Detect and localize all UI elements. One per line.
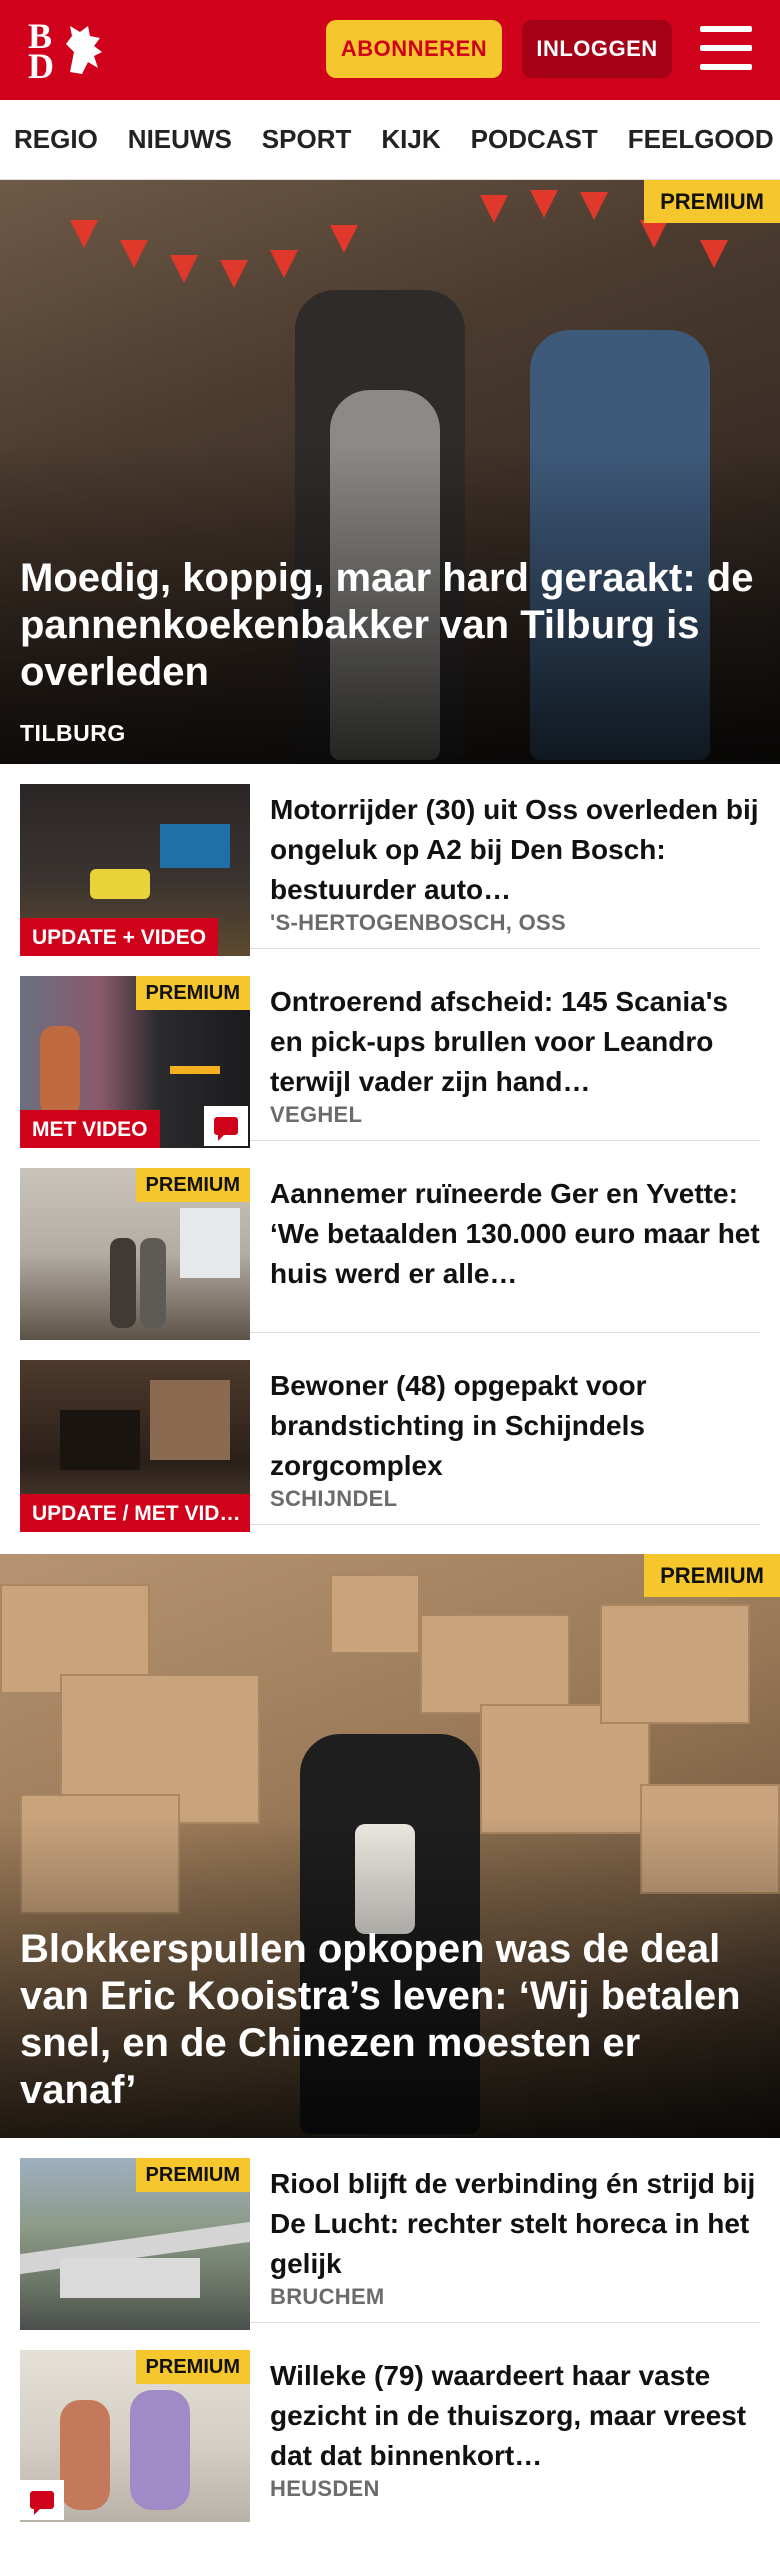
list-item[interactable]: UPDATE + VIDEO Motorrijder (30) uit Oss … <box>20 774 760 956</box>
list-item[interactable]: PREMIUM Riool blijft de verbinding én st… <box>20 2148 760 2330</box>
list-item[interactable]: PREMIUM MET VIDEO Ontroerend afscheid: 1… <box>20 966 760 1148</box>
hero-article-blokker[interactable]: PREMIUM Blokkerspullen opkopen was de de… <box>0 1554 780 2138</box>
list-item[interactable]: UPDATE / MET VID… Bewoner (48) opgepakt … <box>20 1350 760 1532</box>
article-thumbnail: UPDATE / MET VID… <box>20 1360 250 1532</box>
hero-title[interactable]: Blokkerspullen opkopen was de deal van E… <box>20 1926 765 2114</box>
section-nav: REGIO NIEUWS SPORT KIJK PODCAST FEELGOOD… <box>0 100 780 180</box>
article-location: HEUSDEN <box>270 2476 380 2501</box>
nav-item-sport[interactable]: SPORT <box>262 124 352 155</box>
article-thumbnail: PREMIUM <box>20 2158 250 2330</box>
top-bar: B D ABONNEREN INLOGGEN <box>0 0 780 100</box>
login-button[interactable]: INLOGGEN <box>522 20 672 78</box>
list-item[interactable]: PREMIUM Aannemer ruïneerde Ger en Yvette… <box>20 1158 760 1340</box>
article-thumbnail: PREMIUM <box>20 2350 250 2522</box>
logo-letter-d: D <box>28 46 54 86</box>
premium-badge: PREMIUM <box>135 2158 250 2192</box>
article-title[interactable]: Bewoner (48) opgepakt voor brandstichtin… <box>270 1366 760 1486</box>
subscribe-button[interactable]: ABONNEREN <box>326 20 502 78</box>
article-thumbnail: PREMIUM <box>20 1168 250 1340</box>
update-met-video-label: UPDATE / MET VID… <box>20 1494 250 1532</box>
update-video-label: UPDATE + VIDEO <box>20 918 219 956</box>
nav-item-nieuws[interactable]: NIEUWS <box>128 124 232 155</box>
article-location: SCHIJNDEL <box>270 1486 398 1511</box>
list-item[interactable]: PREMIUM Willeke (79) waardeert haar vast… <box>20 2340 760 2522</box>
article-title[interactable]: Willeke (79) waardeert haar vaste gezich… <box>270 2356 760 2476</box>
premium-badge: PREMIUM <box>135 1168 250 1202</box>
article-title[interactable]: Aannemer ruïneerde Ger en Yvette: ‘We be… <box>270 1174 760 1294</box>
article-location: VEGHEL <box>270 1102 363 1127</box>
article-location: 'S-HERTOGENBOSCH, OSS <box>270 910 566 935</box>
article-thumbnail: UPDATE + VIDEO <box>20 784 250 956</box>
article-thumbnail: PREMIUM MET VIDEO <box>20 976 250 1148</box>
hero-article-tilburg[interactable]: PREMIUM Moedig, koppig, maar hard geraak… <box>0 180 780 764</box>
nav-item-feelgood[interactable]: FEELGOOD <box>628 124 774 155</box>
comment-icon <box>20 2480 64 2520</box>
premium-badge: PREMIUM <box>644 1554 780 1597</box>
nav-item-kijk[interactable]: KIJK <box>381 124 440 155</box>
hero-location: TILBURG <box>20 720 126 746</box>
article-title[interactable]: Motorrijder (30) uit Oss overleden bij o… <box>270 790 760 910</box>
premium-badge: PREMIUM <box>135 2350 250 2384</box>
bd-logo[interactable]: B D <box>28 18 118 84</box>
article-title[interactable]: Ontroerend afscheid: 145 Scania's en pic… <box>270 982 760 1102</box>
hero-title[interactable]: Moedig, koppig, maar hard geraakt: de pa… <box>20 555 765 696</box>
lion-icon <box>66 26 102 74</box>
premium-badge: PREMIUM <box>135 976 250 1010</box>
nav-item-regio[interactable]: REGIO <box>14 124 98 155</box>
article-title[interactable]: Riool blijft de verbinding én strijd bij… <box>270 2164 760 2284</box>
premium-badge: PREMIUM <box>644 180 780 223</box>
hamburger-icon[interactable] <box>700 24 752 72</box>
met-video-label: MET VIDEO <box>20 1110 160 1148</box>
nav-item-podcast[interactable]: PODCAST <box>471 124 598 155</box>
comment-icon <box>204 1106 248 1146</box>
article-location: BRUCHEM <box>270 2284 385 2309</box>
